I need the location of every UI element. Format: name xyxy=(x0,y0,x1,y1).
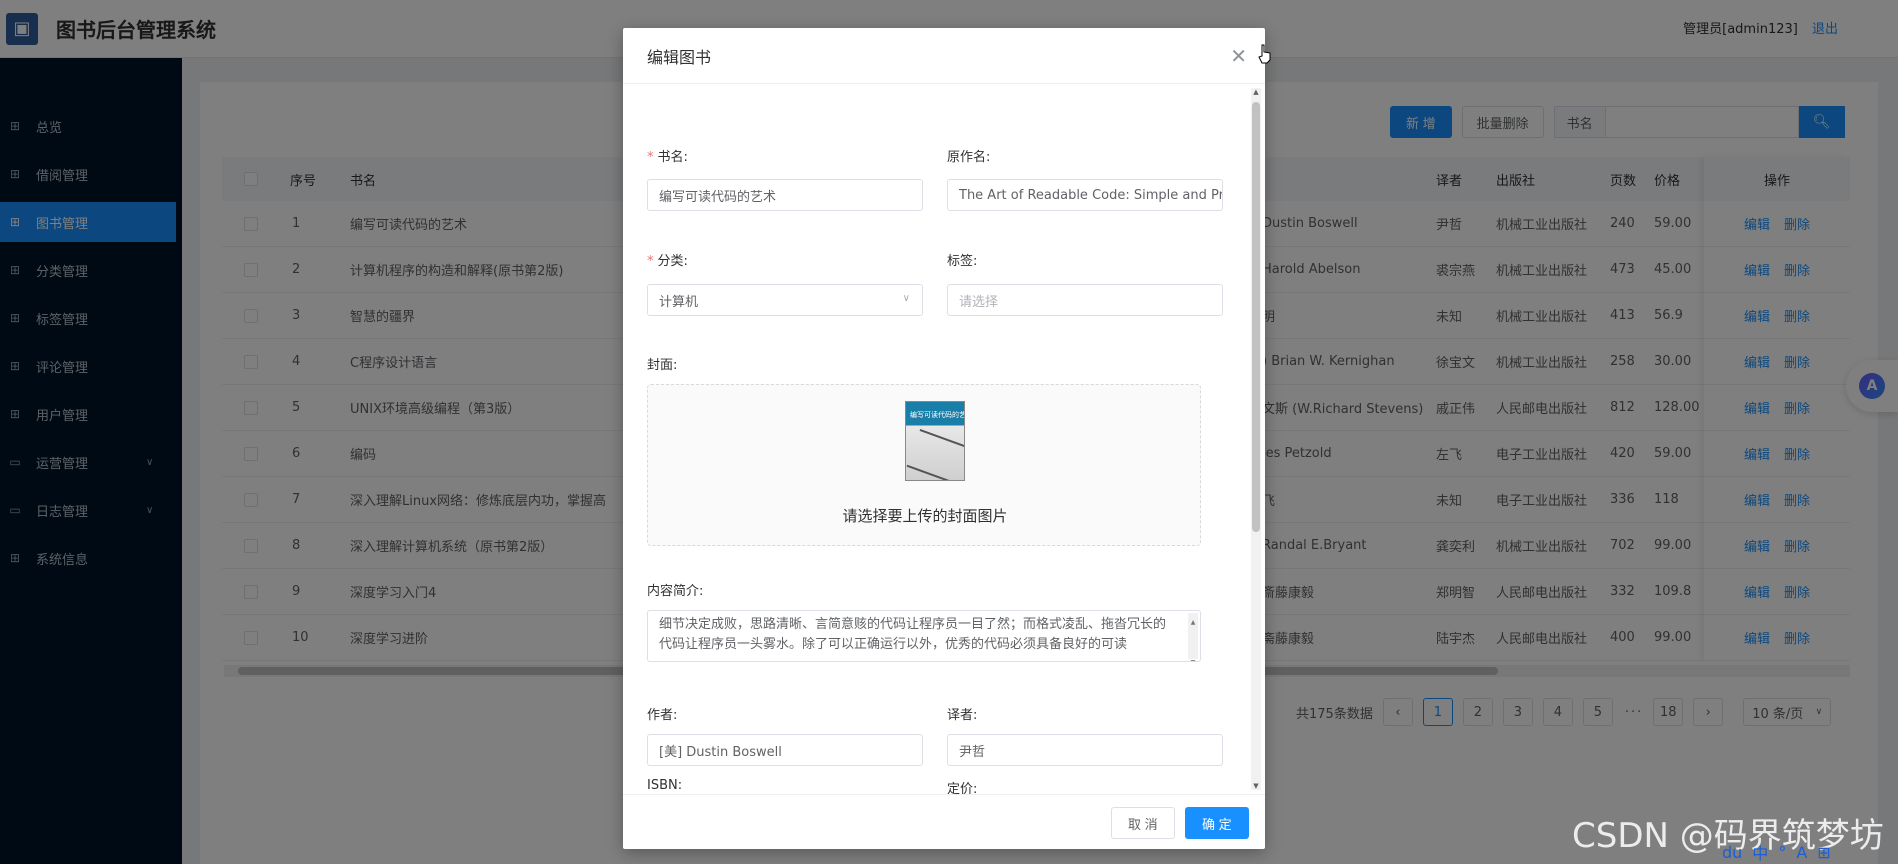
system-tray: du 中 ° A ⊞ xyxy=(1722,840,1898,864)
author-input[interactable]: [美] Dustin Boswell xyxy=(647,734,923,766)
book-name-label: * 书名: xyxy=(647,150,688,165)
original-name-input[interactable]: The Art of Readable Code: Simple and Pr xyxy=(947,179,1223,211)
hand-cursor-icon xyxy=(1258,44,1271,64)
tray-icon[interactable]: du xyxy=(1722,843,1742,862)
dialog-title: 编辑图书 xyxy=(647,47,712,67)
close-icon[interactable]: ✕ xyxy=(1230,44,1247,68)
dialog-header: 编辑图书 ✕ xyxy=(623,28,1265,84)
cover-upload-hint: 请选择要上传的封面图片 xyxy=(842,507,1008,525)
author-label: 作者: xyxy=(647,708,678,723)
category-select[interactable]: 计算机 ∨ xyxy=(647,284,923,316)
price-label: 定价: xyxy=(947,782,978,794)
tags-select[interactable]: 请选择 xyxy=(947,284,1223,316)
cover-label: 封面: xyxy=(647,358,678,373)
confirm-button[interactable]: 确 定 xyxy=(1185,807,1249,839)
isbn-label: ISBN: xyxy=(647,778,683,793)
original-name-label: 原作名: xyxy=(947,150,991,165)
scroll-down-icon[interactable]: ▼ xyxy=(1251,782,1261,790)
tray-icon[interactable]: ⊞ xyxy=(1817,843,1830,862)
dialog-footer: 取 消 确 定 xyxy=(623,794,1265,849)
category-label: * 分类: xyxy=(647,254,688,269)
translator-label: 译者: xyxy=(947,708,978,723)
book-name-input[interactable]: 编写可读代码的艺术 xyxy=(647,179,923,211)
dialog-body: * 书名: 编写可读代码的艺术 原作名: The Art of Readable … xyxy=(623,84,1265,794)
dialog-vertical-scrollbar[interactable]: ▲ ▼ xyxy=(1251,88,1261,790)
tray-icon[interactable]: A xyxy=(1796,843,1807,862)
tray-icon[interactable]: ° xyxy=(1778,843,1786,862)
cover-image: 编写可读代码的艺术 xyxy=(905,401,965,481)
intro-textarea[interactable]: 细节决定成败，思路清晰、言简意赅的代码让程序员一目了然；而格式凌乱、拖沓冗长的代… xyxy=(647,610,1201,662)
tags-label: 标签: xyxy=(947,254,978,269)
edit-book-dialog: 编辑图书 ✕ * 书名: 编写可读代码的艺术 原作名: The Art of Re… xyxy=(623,28,1265,849)
chevron-down-icon: ∨ xyxy=(902,293,910,304)
scroll-up-icon[interactable]: ▲ xyxy=(1251,88,1261,96)
translator-input[interactable]: 尹哲 xyxy=(947,734,1223,766)
tray-icon[interactable]: 中 xyxy=(1752,840,1768,864)
intro-label: 内容简介: xyxy=(647,584,704,599)
cover-upload-area[interactable]: 编写可读代码的艺术 请选择要上传的封面图片 xyxy=(647,384,1201,546)
textarea-scrollbar[interactable]: ▲▼ xyxy=(1188,613,1198,661)
cancel-button[interactable]: 取 消 xyxy=(1111,807,1175,839)
